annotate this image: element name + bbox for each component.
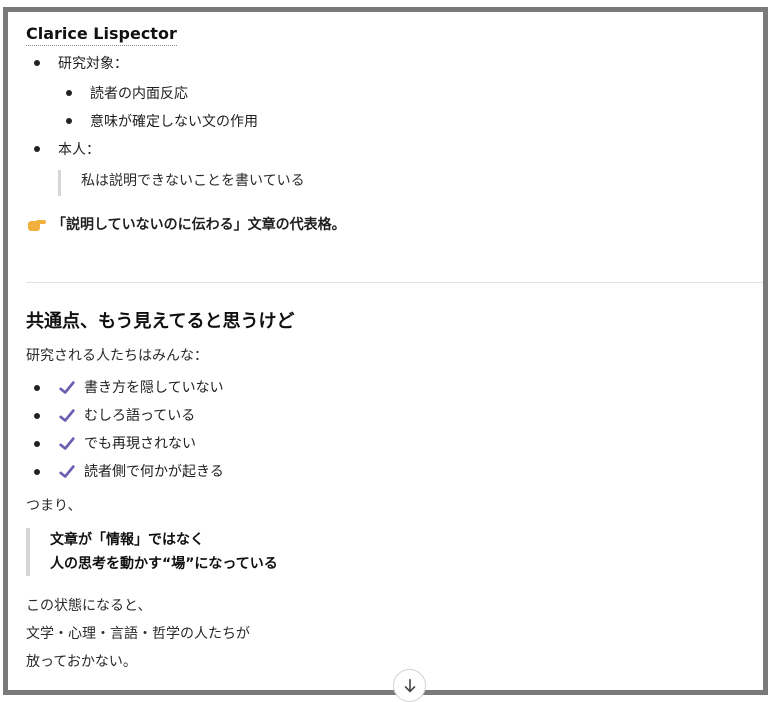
check-item-text: 読者側で何かが起きる bbox=[84, 464, 224, 480]
section-lead: 研究される人たちはみんな： bbox=[26, 348, 208, 364]
summary-text: 「説明していないのに伝わる」文章の代表格。 bbox=[52, 217, 346, 233]
research-sublist: 読者の内面反応 意味が確定しない文の作用 bbox=[58, 80, 763, 136]
check-list-item: むしろ語っている bbox=[26, 402, 763, 430]
emphasis-quote: 文章が「情報」ではなく 人の思考を動かす“場”になっている bbox=[26, 528, 763, 576]
check-item-text: むしろ語っている bbox=[84, 408, 196, 424]
closing-line: 文学・心理・言語・哲学の人たちが bbox=[26, 626, 250, 642]
summary-point: 「説明していないのに伝わる」文章の代表格。 bbox=[26, 214, 763, 236]
person-attributes-list: 研究対象： 読者の内面反応 意味が確定しない文の作用 本人： 私は説明できないこ… bbox=[26, 50, 763, 196]
check-item-text: 書き方を隠していない bbox=[84, 380, 224, 396]
research-subitem: 意味が確定しない文の作用 bbox=[58, 108, 763, 136]
check-list-item: でも再現されない bbox=[26, 430, 763, 458]
check-mark-icon bbox=[59, 465, 75, 478]
message-content: Clarice Lispector 研究対象： 読者の内面反応 意味が確定しない… bbox=[26, 24, 763, 670]
self-quote: 私は説明できないことを書いている bbox=[58, 170, 763, 196]
closing-line: この状態になると、 bbox=[26, 598, 152, 614]
check-list-item: 書き方を隠していない bbox=[26, 374, 763, 402]
research-label: 研究対象： bbox=[58, 56, 128, 72]
self-label: 本人： bbox=[58, 142, 100, 158]
check-list-item: 読者側で何かが起きる bbox=[26, 458, 763, 486]
closing-line: 放っておかない。 bbox=[26, 654, 137, 670]
connector-text: つまり、 bbox=[26, 498, 82, 514]
common-points-section: 共通点、もう見えてると思うけど 研究される人たちはみんな： 書き方を隠していない… bbox=[26, 308, 763, 676]
list-item-research: 研究対象： 読者の内面反応 意味が確定しない文の作用 bbox=[26, 50, 763, 136]
research-subitem: 読者の内面反応 bbox=[58, 80, 763, 108]
quote-line: 人の思考を動かす“場”になっている bbox=[50, 556, 278, 572]
person-title: Clarice Lispector bbox=[26, 24, 177, 46]
scroll-down-button[interactable] bbox=[393, 669, 426, 702]
quote-line: 文章が「情報」ではなく bbox=[50, 532, 204, 548]
check-mark-icon bbox=[59, 381, 75, 394]
content-panel: Clarice Lispector 研究対象： 読者の内面反応 意味が確定しない… bbox=[3, 7, 768, 695]
closing-paragraph: この状態になると、 文学・心理・言語・哲学の人たちが 放っておかない。 bbox=[26, 592, 763, 676]
arrow-down-icon bbox=[404, 678, 415, 692]
check-list: 書き方を隠していない むしろ語っている でも再現されない 読者側で何かが起きる bbox=[26, 374, 763, 486]
check-mark-icon bbox=[59, 409, 75, 422]
pointing-hand-icon bbox=[26, 216, 48, 234]
check-item-text: でも再現されない bbox=[84, 436, 196, 452]
list-item-self: 本人： 私は説明できないことを書いている bbox=[26, 136, 763, 196]
check-mark-icon bbox=[59, 437, 75, 450]
section-heading: 共通点、もう見えてると思うけど bbox=[26, 311, 295, 332]
section-divider bbox=[26, 282, 763, 283]
